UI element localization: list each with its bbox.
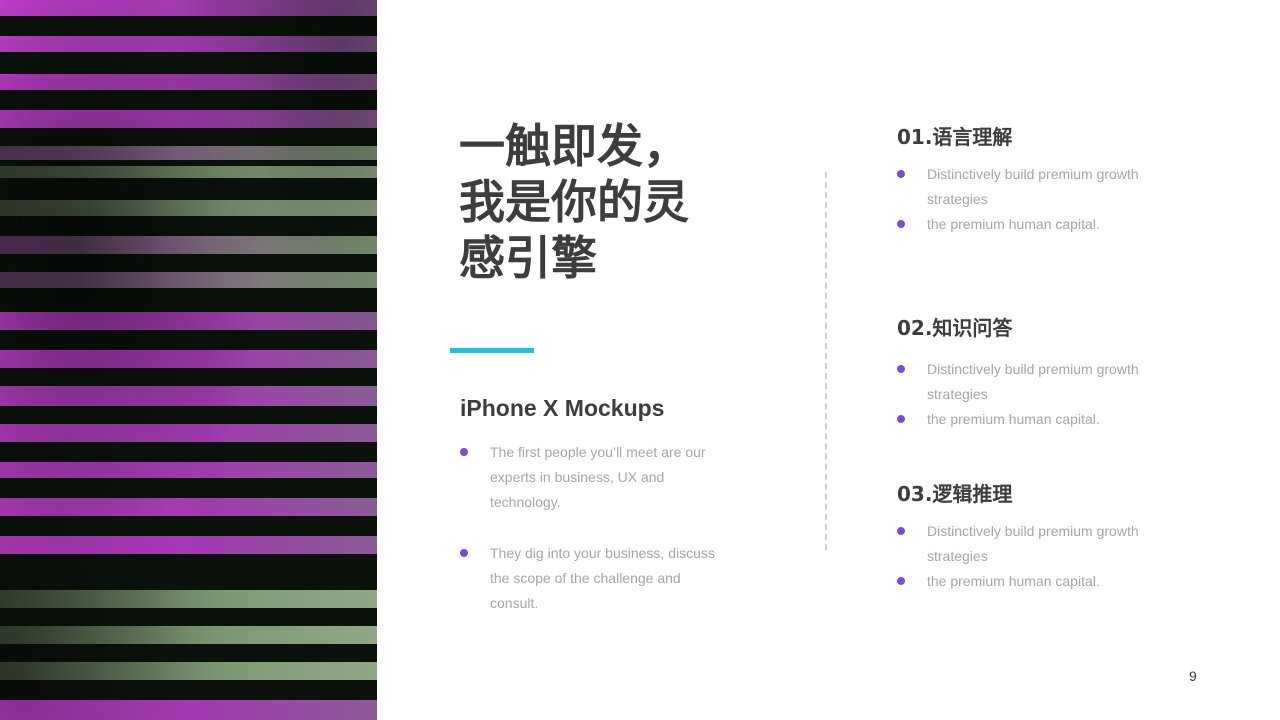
headline-line: 感引擎 [459, 231, 597, 285]
decorative-stripe [0, 590, 377, 608]
decorative-stripe [0, 200, 377, 216]
decorative-stripe [0, 110, 377, 128]
bullet-dot-icon [897, 415, 905, 423]
decorative-stripe [0, 498, 377, 516]
bullet-dot-icon [897, 365, 905, 373]
list-item: Distinctively build premium growth strat… [897, 357, 1167, 407]
list-item: They dig into your business, discuss the… [460, 541, 720, 616]
decorative-stripe-image [0, 0, 377, 720]
list-item-text: Distinctively build premium growth strat… [927, 523, 1139, 564]
decorative-stripe [0, 350, 377, 368]
list-item: the premium human capital. [897, 407, 1167, 432]
list-item: Distinctively build premium growth strat… [897, 162, 1167, 212]
decorative-stripe [0, 272, 377, 288]
bullet-dot-icon [897, 577, 905, 585]
list-item-text: Distinctively build premium growth strat… [927, 361, 1139, 402]
subtitle: iPhone X Mockups [460, 395, 665, 421]
bullet-dot-icon [897, 170, 905, 178]
bullet-dot-icon [897, 220, 905, 228]
list-item-text: The first people you’ll meet are our exp… [490, 444, 706, 510]
decorative-stripe [0, 700, 377, 720]
decorative-stripe [0, 166, 377, 178]
list-item: The first people you’ll meet are our exp… [460, 440, 720, 515]
list-item: the premium human capital. [897, 212, 1167, 237]
list-item-text: the premium human capital. [927, 573, 1100, 589]
section-bullet-list: Distinctively build premium growth strat… [897, 519, 1167, 594]
list-item-text: the premium human capital. [927, 216, 1100, 232]
dashed-divider [825, 172, 827, 550]
page-number: 9 [1189, 668, 1197, 684]
headline-line: 一触即发， [459, 119, 689, 173]
section-bullet-list: Distinctively build premium growth strat… [897, 357, 1167, 432]
decorative-stripe [0, 36, 377, 52]
headline-line: 我是你的灵 [459, 175, 689, 229]
decorative-stripe [0, 626, 377, 644]
list-item-text: Distinctively build premium growth strat… [927, 166, 1139, 207]
decorative-stripe [0, 146, 377, 160]
bullet-dot-icon [897, 527, 905, 535]
decorative-stripe [0, 74, 377, 90]
bullet-dot-icon [460, 448, 468, 456]
list-item: the premium human capital. [897, 569, 1167, 594]
decorative-stripe [0, 662, 377, 680]
section-title: 03.逻辑推理 [897, 482, 1013, 506]
decorative-stripe [0, 424, 377, 442]
decorative-stripe [0, 236, 377, 254]
list-item-text: the premium human capital. [927, 411, 1100, 427]
decorative-stripe [0, 536, 377, 554]
decorative-stripe [0, 462, 377, 478]
decorative-stripe [0, 0, 377, 16]
decorative-stripe [0, 312, 377, 330]
left-bullet-list: The first people you’ll meet are our exp… [460, 440, 720, 642]
list-item-text: They dig into your business, discuss the… [490, 545, 715, 611]
slide: 一触即发， 我是你的灵 感引擎 iPhone X Mockups The fir… [0, 0, 1280, 720]
list-item: Distinctively build premium growth strat… [897, 519, 1167, 569]
section-bullet-list: Distinctively build premium growth strat… [897, 162, 1167, 237]
section-title: 02.知识问答 [897, 316, 1013, 340]
section-title: 01.语言理解 [897, 125, 1013, 149]
headline: 一触即发， 我是你的灵 感引擎 [459, 118, 759, 286]
decorative-stripe [0, 386, 377, 406]
accent-bar [450, 348, 534, 353]
bullet-dot-icon [460, 549, 468, 557]
